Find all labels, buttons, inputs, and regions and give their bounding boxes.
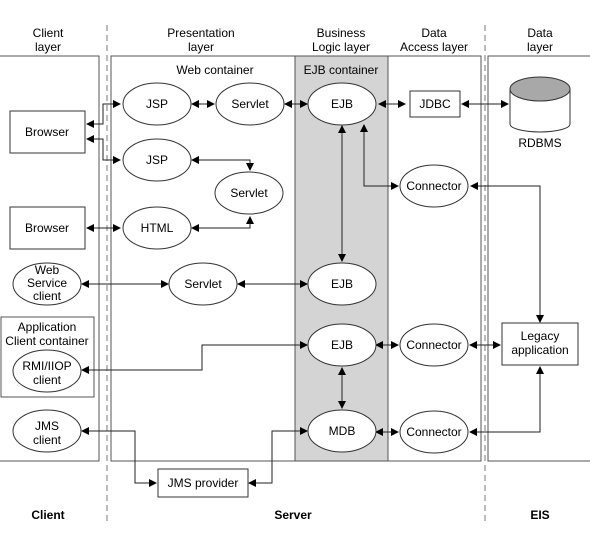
- browser-node-2: Browser: [9, 206, 86, 250]
- svg-text:Web: Web: [35, 263, 60, 277]
- connector-node-1: Connector: [399, 164, 469, 208]
- jsp-node-2: JSP: [122, 138, 192, 182]
- rmi-iiop-client-node: RMI/IIOP client: [12, 349, 82, 393]
- svg-text:Client: Client: [33, 26, 64, 40]
- connector-node-3: Connector: [399, 410, 469, 454]
- svg-text:HTML: HTML: [141, 221, 174, 235]
- svg-text:layer: layer: [188, 40, 214, 54]
- svg-text:client: client: [33, 289, 62, 303]
- svg-text:Data: Data: [421, 26, 447, 40]
- header-data-layer: Data layer: [527, 26, 553, 54]
- servlet-node-2: Servlet: [214, 171, 284, 215]
- svg-text:JSP: JSP: [146, 97, 168, 111]
- jdbc-node: JDBC: [409, 90, 461, 118]
- svg-text:RMI/IIOP: RMI/IIOP: [22, 359, 71, 373]
- legacy-application-node: Legacy application: [501, 322, 579, 366]
- ejb-node-3: EJB: [307, 323, 377, 367]
- ejb-container-label: EJB container: [304, 63, 379, 77]
- header-presentation-layer: Presentation layer: [167, 26, 234, 54]
- svg-text:Connector: Connector: [406, 338, 461, 352]
- svg-text:Service: Service: [27, 276, 67, 290]
- svg-text:Legacy: Legacy: [521, 329, 560, 343]
- svg-text:Logic layer: Logic layer: [312, 40, 370, 54]
- svg-text:Browser: Browser: [25, 221, 69, 235]
- mdb-node: MDB: [307, 409, 377, 453]
- ejb-node-2: EJB: [307, 262, 377, 306]
- svg-text:JMS provider: JMS provider: [168, 476, 239, 490]
- svg-text:Servlet: Servlet: [230, 186, 268, 200]
- web-container-label: Web container: [176, 63, 253, 77]
- svg-text:Browser: Browser: [25, 125, 69, 139]
- jms-provider-node: JMS provider: [157, 468, 249, 498]
- svg-text:Access layer: Access layer: [400, 40, 468, 54]
- footer-server: Server: [274, 508, 312, 522]
- svg-text:MDB: MDB: [329, 424, 356, 438]
- browser-node-1: Browser: [9, 110, 86, 154]
- rdbms-label: RDBMS: [518, 136, 561, 150]
- svg-text:client: client: [33, 373, 62, 387]
- svg-text:Servlet: Servlet: [184, 277, 222, 291]
- svg-text:Data: Data: [527, 26, 553, 40]
- web-service-client-node: Web Service client: [12, 262, 82, 306]
- svg-text:EJB: EJB: [331, 97, 353, 111]
- html-node: HTML: [122, 206, 192, 250]
- svg-text:client: client: [33, 433, 62, 447]
- connector-node-2: Connector: [399, 323, 469, 367]
- svg-text:EJB: EJB: [331, 338, 353, 352]
- svg-text:JMS: JMS: [35, 419, 59, 433]
- footer-client: Client: [31, 508, 64, 522]
- jee-architecture-diagram: Client layer Presentation layer Business…: [0, 25, 590, 522]
- svg-text:Presentation: Presentation: [167, 26, 234, 40]
- svg-text:EJB: EJB: [331, 277, 353, 291]
- svg-text:layer: layer: [35, 40, 61, 54]
- rdbms-database-icon: RDBMS: [509, 76, 571, 150]
- jsp-node-1: JSP: [122, 82, 192, 126]
- svg-text:Client container: Client container: [5, 334, 88, 348]
- header-business-logic-layer: Business Logic layer: [312, 26, 370, 54]
- svg-text:Connector: Connector: [406, 179, 461, 193]
- jms-client-node: JMS client: [12, 409, 82, 453]
- header-data-access-layer: Data Access layer: [400, 26, 468, 54]
- servlet-node-3: Servlet: [168, 262, 238, 306]
- svg-text:layer: layer: [527, 40, 553, 54]
- svg-text:Servlet: Servlet: [231, 97, 269, 111]
- app-client-container-label: Application Client container: [5, 320, 88, 348]
- svg-text:Connector: Connector: [406, 425, 461, 439]
- svg-text:application: application: [511, 343, 568, 357]
- svg-text:Business: Business: [317, 26, 366, 40]
- servlet-node-1: Servlet: [215, 82, 285, 126]
- svg-text:Application: Application: [18, 320, 77, 334]
- footer-eis: EIS: [530, 508, 549, 522]
- header-client-layer: Client layer: [33, 26, 64, 54]
- svg-text:JSP: JSP: [146, 153, 168, 167]
- svg-text:JDBC: JDBC: [419, 97, 451, 111]
- ejb-node-1: EJB: [307, 82, 377, 126]
